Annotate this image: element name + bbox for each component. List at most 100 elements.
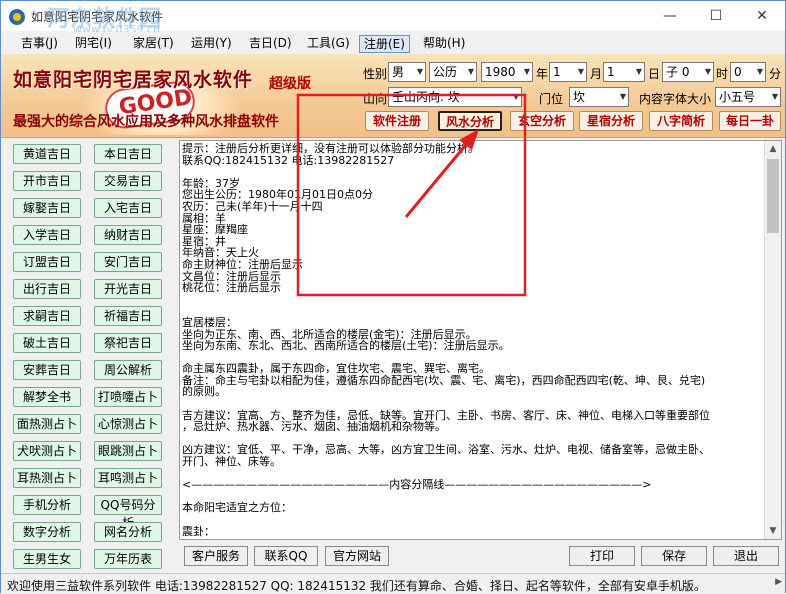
left-button-3-1[interactable]: 纳财吉日 [94, 225, 162, 245]
left-button-10-0[interactable]: 面热测占卜 [13, 414, 81, 434]
content-line [182, 166, 764, 178]
daily-hexagram-button[interactable]: 每日一卦 [719, 111, 781, 131]
menu-yunyong[interactable]: 运用(Y) [187, 35, 236, 53]
mountain-select[interactable]: 壬山丙向: 坎 [388, 87, 522, 107]
register-button[interactable]: 软件注册 [365, 111, 429, 131]
left-button-1-0[interactable]: 开市吉日 [13, 171, 81, 191]
left-button-9-0[interactable]: 解梦全书 [13, 387, 81, 407]
menu-bar: 吉事(J) 阴宅(I) 家居(T) 运用(Y) 吉日(D) 工具(G) 注册(E… [1, 32, 785, 54]
left-button-2-1[interactable]: 入宅吉日 [94, 198, 162, 218]
contact-qq-button[interactable]: 联系QQ [254, 546, 318, 566]
scroll-up-icon[interactable]: ▲ [765, 141, 781, 157]
scroll-down-icon[interactable]: ▼ [765, 523, 781, 539]
hour-select[interactable]: 子 0 [662, 62, 714, 82]
brand-title: 如意阳宅阴宅居家风水软件 [13, 69, 254, 91]
maximize-button[interactable]: ☐ [693, 1, 739, 31]
left-button-0-0[interactable]: 黄道吉日 [13, 144, 81, 164]
app-logo-icon [9, 9, 25, 25]
font-size-label: 内容字体大小 [639, 92, 712, 106]
content-line: 命主财神位：注册后显示 [182, 257, 303, 271]
left-button-2-0[interactable]: 嫁娶吉日 [13, 198, 81, 218]
left-button-13-0[interactable]: 手机分析 [13, 495, 81, 515]
left-button-11-1[interactable]: 眼跳测占卜 [94, 441, 162, 461]
left-button-14-1[interactable]: 网名分析 [94, 522, 162, 542]
gender-select[interactable]: 男 [388, 62, 426, 82]
content-line: 联系QQ:182415132 电话:13982281527 [182, 153, 395, 167]
content-line: 开门、神位、床等。 [182, 455, 281, 469]
left-button-5-1[interactable]: 开光吉日 [94, 279, 162, 299]
xuankong-analysis-button[interactable]: 玄空分析 [510, 111, 574, 131]
year-select[interactable]: 1980 [481, 62, 533, 82]
left-button-10-1[interactable]: 心惊测占卜 [94, 414, 162, 434]
month-label: 月 [590, 67, 603, 81]
left-button-12-0[interactable]: 耳热测占卜 [13, 468, 81, 488]
left-button-7-1[interactable]: 祭祀吉日 [94, 333, 162, 353]
left-button-13-1[interactable]: QQ号码分析 [94, 495, 162, 530]
day-select[interactable]: 1 [603, 62, 645, 82]
analysis-textarea[interactable]: 提示：注册后分析更详细，没有注册可以体验部分功能分析。 联系QQ:18241513… [179, 140, 782, 540]
status-bar: 欢迎使用三益软件系列软件 电话:13982281527 QQ: 18241513… [1, 573, 785, 593]
content-line: 坐向为东南、东北、西北、西南所适合的楼层(土宅)：注册后显示。 [182, 339, 510, 353]
left-button-6-1[interactable]: 祈福吉日 [94, 306, 162, 326]
left-button-8-0[interactable]: 安葬吉日 [13, 360, 81, 380]
left-button-11-0[interactable]: 犬吠测占卜 [13, 441, 81, 461]
left-button-3-0[interactable]: 入学吉日 [13, 225, 81, 245]
left-button-8-1[interactable]: 周公解析 [94, 360, 162, 380]
edition-label: 超级版 [269, 76, 311, 92]
menu-gongju[interactable]: 工具(G) [303, 35, 354, 53]
print-button[interactable]: 打印 [569, 546, 635, 566]
content-line: 震卦： [182, 524, 215, 537]
mountain-label: 山向 [363, 92, 388, 106]
left-button-4-1[interactable]: 安门吉日 [94, 252, 162, 272]
content-line: ，忌灶炉、热水器、污水、烟囱、抽油烟机和杂物等。 [182, 420, 446, 434]
font-size-select[interactable]: 小五号 [715, 87, 781, 107]
left-button-5-0[interactable]: 出行吉日 [13, 279, 81, 299]
menu-bangzhu[interactable]: 帮助(H) [419, 35, 469, 53]
left-button-15-0[interactable]: 生男生女 [13, 549, 81, 569]
menu-jishi[interactable]: 吉事(J) [17, 35, 62, 53]
content-line: 宜居楼层： [182, 315, 237, 329]
content-line: 备注：命主与宅卦以相配为佳，遵循东四命配西宅(坎、震、宅、离宅)，西四命配西四宅… [182, 373, 706, 387]
left-button-6-0[interactable]: 求嗣吉日 [13, 306, 81, 326]
left-button-14-0[interactable]: 数字分析 [13, 522, 81, 542]
left-button-panel: 黄道吉日 本日吉日 开市吉日 交易吉日 嫁娶吉日 入宅吉日 入学吉日 纳财吉日 订盟吉日 安门吉日… [5, 140, 175, 570]
calendar-select[interactable]: 公历 [429, 62, 477, 82]
left-button-15-1[interactable]: 万年历表 [94, 549, 162, 569]
left-button-0-1[interactable]: 本日吉日 [94, 144, 162, 164]
menu-jiri[interactable]: 吉日(D) [245, 35, 296, 53]
content-line [182, 305, 764, 317]
minimize-button[interactable]: — [647, 1, 693, 31]
exit-button[interactable]: 退出 [713, 546, 779, 566]
scroll-thumb[interactable] [767, 159, 779, 233]
menu-yinzhai[interactable]: 阴宅(I) [71, 35, 116, 53]
month-select[interactable]: 1 [549, 62, 587, 82]
vertical-scrollbar[interactable]: ▲ ▼ [764, 141, 781, 539]
analysis-content: 提示：注册后分析更详细，没有注册可以体验部分功能分析。 联系QQ:18241513… [182, 143, 764, 537]
hour-label: 时 [716, 67, 729, 81]
left-button-9-1[interactable]: 打喷嚏占卜 [94, 387, 162, 407]
minute-select[interactable]: 0 [730, 62, 766, 82]
menu-zhuce[interactable]: 注册(E) [359, 35, 410, 53]
status-scroll-right-icon[interactable]: ▶ [775, 577, 782, 587]
door-select[interactable]: 坎 [569, 87, 629, 107]
content-line: 提示：注册后分析更详细，没有注册可以体验部分功能分析。 [182, 143, 479, 155]
left-button-1-1[interactable]: 交易吉日 [94, 171, 162, 191]
save-button[interactable]: 保存 [641, 546, 707, 566]
left-button-12-1[interactable]: 耳鸣测占卜 [94, 468, 162, 488]
left-button-7-0[interactable]: 破土吉日 [13, 333, 81, 353]
fengshui-analysis-button[interactable]: 风水分析 [438, 111, 502, 131]
bazi-analysis-button[interactable]: 八字简析 [649, 111, 713, 131]
official-website-button[interactable]: 官方网站 [325, 546, 389, 566]
xingxiu-analysis-button[interactable]: 星宿分析 [579, 111, 643, 131]
content-line: 星宿：井 [182, 234, 226, 248]
content-line: 星座：摩羯座 [182, 223, 248, 237]
minute-label: 分 [769, 67, 782, 81]
customer-service-button[interactable]: 客户服务 [184, 546, 248, 566]
content-line: <——————————————————内容分隔线————————————————… [182, 478, 652, 492]
content-line [182, 294, 764, 306]
left-button-4-0[interactable]: 订盟吉日 [13, 252, 81, 272]
slogan: 最强大的综合风水应用及多种风水排盘软件 [13, 114, 279, 130]
menu-jiaju[interactable]: 家居(T) [129, 35, 178, 53]
close-button[interactable]: ✕ [739, 1, 785, 31]
content-line [182, 514, 764, 526]
